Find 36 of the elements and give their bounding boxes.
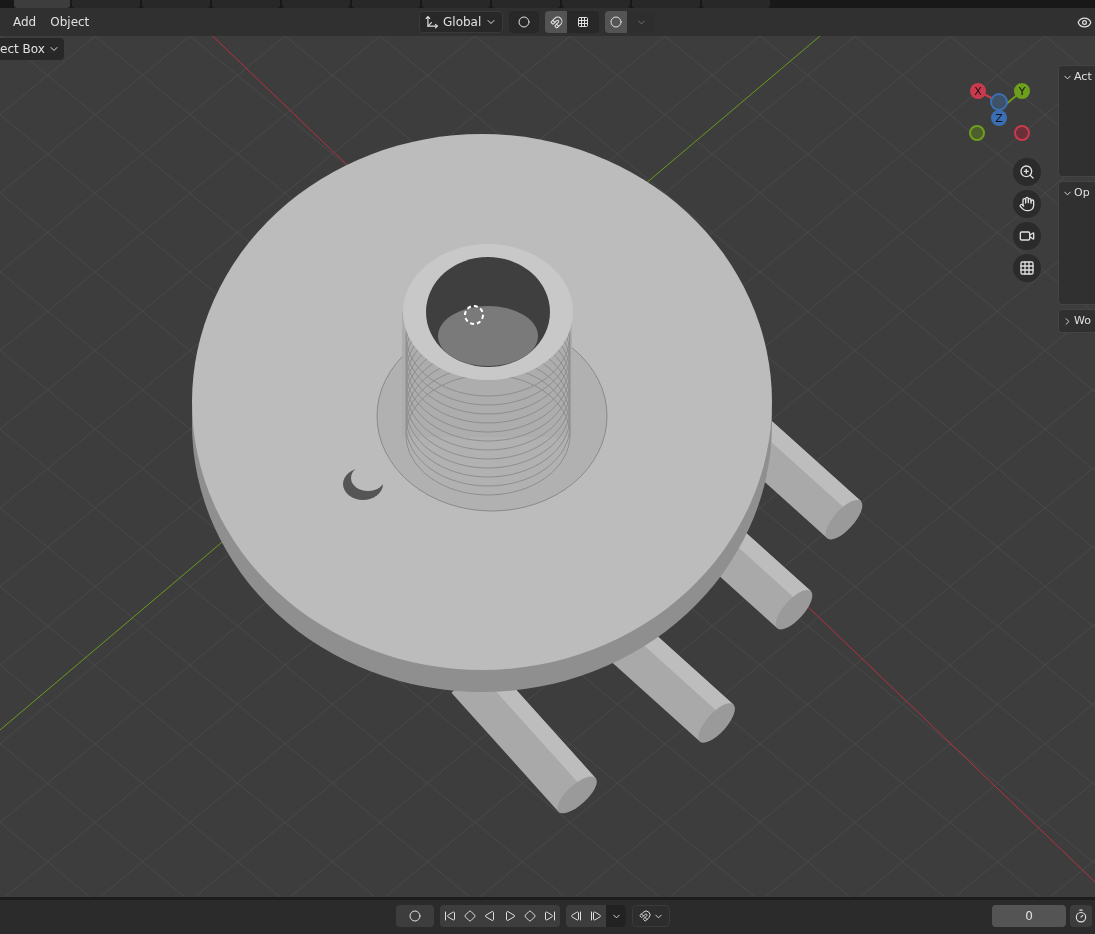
play-icon (484, 910, 496, 922)
auto-keying-toggle[interactable] (396, 905, 434, 927)
zoom-button[interactable] (1013, 158, 1041, 186)
snap-target-dropdown[interactable] (567, 11, 600, 33)
camera-button[interactable] (1013, 222, 1041, 250)
proportional-editing-toggle[interactable] (605, 11, 628, 33)
hand-icon (1019, 196, 1035, 212)
skip-back-icon (444, 910, 456, 922)
axes-icon (425, 15, 439, 29)
transform-orientation-dropdown[interactable]: Global (419, 11, 504, 33)
magnet-icon (549, 15, 563, 29)
menu-button[interactable]: Add (6, 11, 44, 33)
panel-header[interactable]: Op (1059, 182, 1090, 204)
timer-icon-button[interactable] (1070, 905, 1092, 927)
camera-icon (1019, 228, 1035, 244)
current-frame-field[interactable]: 0 (992, 905, 1066, 927)
pan-button[interactable] (1013, 190, 1041, 218)
zoom-icon (1019, 164, 1035, 180)
diamond-icon (524, 910, 536, 922)
record-icon (409, 910, 421, 922)
snap-toggle[interactable] (545, 11, 568, 33)
panel-header[interactable]: Wo (1059, 310, 1091, 332)
panel-header[interactable]: Act (1059, 66, 1092, 88)
navigation-gizmo[interactable]: X Y Z (966, 80, 1034, 146)
stopwatch-icon (1074, 909, 1088, 923)
diamond-icon (464, 910, 476, 922)
3d-cursor-icon (464, 305, 484, 325)
eye-icon (1076, 14, 1092, 30)
play-icon (504, 910, 516, 922)
keying-dropdown[interactable] (632, 905, 670, 927)
magnet-icon (638, 910, 651, 922)
pivot-dropdown[interactable] (509, 11, 540, 33)
menu-button[interactable]: Object (43, 11, 97, 33)
skip-forward-icon (544, 910, 556, 922)
grid-icon (1019, 260, 1035, 276)
select-mode-dropdown[interactable]: ect Box (0, 38, 64, 60)
